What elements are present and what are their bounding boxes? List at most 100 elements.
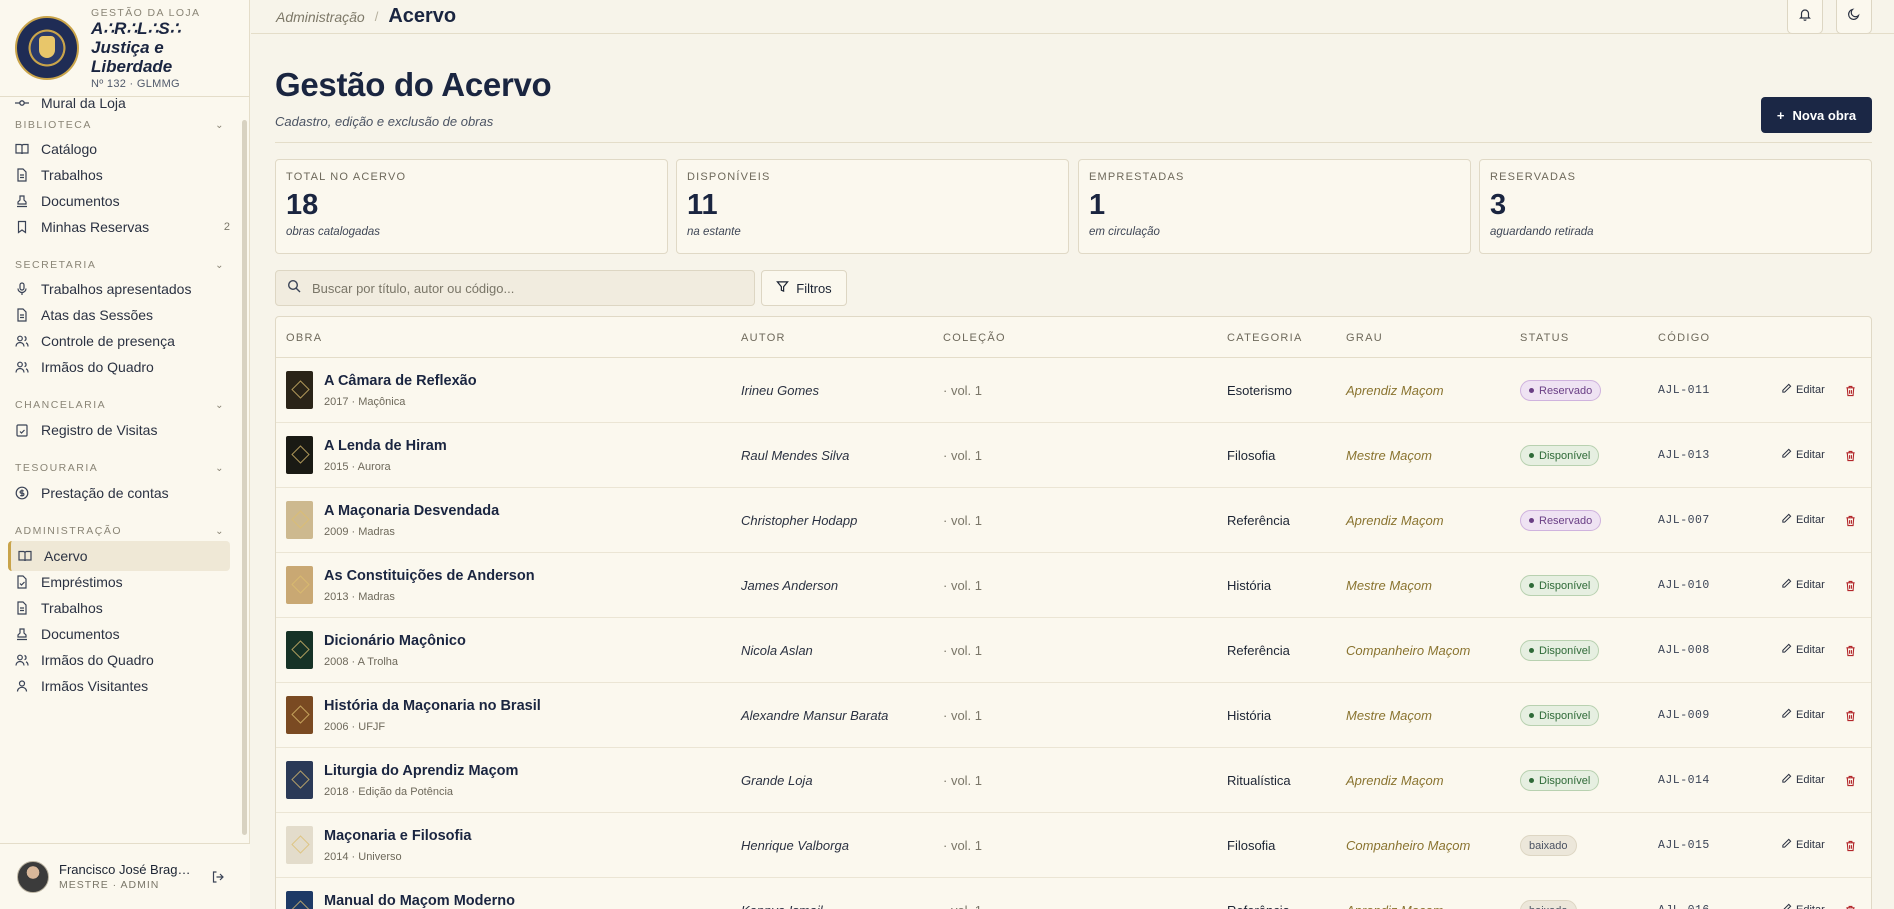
book-code: AJL-011	[1658, 384, 1710, 397]
pencil-icon	[1781, 708, 1792, 722]
sidebar-item-emprestimos[interactable]: Empréstimos	[15, 570, 230, 594]
section-administracao[interactable]: ADMINISTRAÇÃO ⌄	[15, 525, 225, 537]
edit-button[interactable]: Editar	[1781, 903, 1825, 909]
sidebar-item-minhas-reservas[interactable]: Minhas Reservas 2	[15, 215, 230, 239]
book-author: Alexandre Mansur Barata	[741, 708, 889, 723]
sidebar-item-documentos[interactable]: Documentos	[15, 189, 230, 213]
stat-value: 1	[1089, 189, 1106, 221]
delete-trash-icon[interactable]	[1845, 774, 1856, 787]
pencil-icon	[1781, 773, 1792, 787]
column-header-grau[interactable]: GRAU	[1346, 332, 1383, 344]
book-title[interactable]: As Constituições de Anderson	[324, 568, 535, 584]
edit-button[interactable]: Editar	[1781, 513, 1825, 527]
sidebar-item-admin-documentos[interactable]: Documentos	[15, 622, 230, 646]
book-code: AJL-010	[1658, 579, 1710, 592]
section-chancelaria[interactable]: CHANCELARIA ⌄	[15, 399, 225, 411]
sidebar-item-trabalhos-apresentados[interactable]: Trabalhos apresentados	[15, 277, 230, 301]
column-header-autor[interactable]: AUTOR	[741, 332, 786, 344]
sidebar-item-prestacao-contas[interactable]: Prestação de contas	[15, 481, 230, 505]
book-title[interactable]: Manual do Maçom Moderno	[324, 893, 515, 909]
stat-value: 3	[1490, 189, 1507, 221]
section-tesouraria[interactable]: TESOURARIA ⌄	[15, 462, 225, 474]
section-secretaria[interactable]: SECRETARIA ⌄	[15, 259, 225, 271]
delete-trash-icon[interactable]	[1845, 514, 1856, 527]
logout-icon[interactable]	[211, 870, 225, 884]
book-meta: 2015 · Aurora	[324, 461, 391, 473]
edit-button[interactable]: Editar	[1781, 773, 1825, 787]
delete-trash-icon[interactable]	[1845, 579, 1856, 592]
book-cover-image	[286, 566, 313, 604]
new-work-button[interactable]: + Nova obra	[1761, 97, 1872, 133]
book-title[interactable]: A Lenda de Hiram	[324, 438, 447, 454]
status-badge: Disponível	[1520, 770, 1600, 791]
column-header-colecao[interactable]: COLEÇÃO	[943, 332, 1006, 344]
search-input[interactable]	[312, 280, 732, 296]
theme-toggle-button[interactable]	[1836, 0, 1872, 34]
book-grau: Mestre Maçom	[1346, 578, 1432, 593]
book-title[interactable]: Dicionário Maçônico	[324, 633, 466, 649]
status-dot-icon	[1529, 583, 1534, 588]
sidebar-item-atas[interactable]: Atas das Sessões	[15, 303, 230, 327]
breadcrumb-parent[interactable]: Administração	[276, 9, 365, 25]
delete-trash-icon[interactable]	[1845, 384, 1856, 397]
sidebar-item-acervo[interactable]: Acervo	[8, 541, 230, 571]
sidebar-item-mural[interactable]: Mural da Loja	[15, 97, 230, 115]
filters-button[interactable]: Filtros	[761, 270, 847, 306]
sidebar-item-admin-irmaos-quadro[interactable]: Irmãos do Quadro	[15, 648, 230, 672]
table-row[interactable]: As Constituições de Anderson 2013 · Madra…	[276, 553, 1871, 618]
sidebar-item-registro-visitas[interactable]: Registro de Visitas	[15, 418, 230, 442]
table-row[interactable]: A Lenda de Hiram 2015 · Aurora Raul Mendes…	[276, 423, 1871, 488]
table-row[interactable]: Dicionário Maçônico 2008 · A Trolha Nicola…	[276, 618, 1871, 683]
table-row[interactable]: Liturgia do Aprendiz Maçom 2018 · Edição …	[276, 748, 1871, 813]
book-author: Raul Mendes Silva	[741, 448, 850, 463]
user-name: Francisco José Brag…	[59, 862, 191, 877]
page-subtitle: Cadastro, edição e exclusão de obras	[275, 114, 494, 129]
book-title[interactable]: Liturgia do Aprendiz Maçom	[324, 763, 518, 779]
book-title[interactable]: História da Maçonaria no Brasil	[324, 698, 541, 714]
column-header-categoria[interactable]: CATEGORIA	[1227, 332, 1303, 344]
book-cover-image	[286, 826, 313, 864]
table-row[interactable]: Manual do Maçom Moderno Kennyo Ismail · vo…	[276, 878, 1871, 909]
edit-button[interactable]: Editar	[1781, 643, 1825, 657]
edit-button[interactable]: Editar	[1781, 448, 1825, 462]
delete-trash-icon[interactable]	[1845, 644, 1856, 657]
sidebar-item-admin-trabalhos[interactable]: Trabalhos	[15, 596, 230, 620]
delete-trash-icon[interactable]	[1845, 904, 1856, 909]
reservations-count-badge: 2	[223, 221, 230, 233]
edit-button[interactable]: Editar	[1781, 578, 1825, 592]
brand-number: Nº 132 · GLMMG	[91, 77, 180, 90]
book-code: AJL-016	[1658, 904, 1710, 909]
sidebar-item-trabalhos[interactable]: Trabalhos	[15, 163, 230, 187]
avatar[interactable]	[17, 860, 49, 893]
sidebar-item-irmaos-quadro[interactable]: Irmãos do Quadro	[15, 355, 230, 379]
book-title[interactable]: A Câmara de Reflexão	[324, 373, 477, 389]
delete-trash-icon[interactable]	[1845, 839, 1856, 852]
edit-button[interactable]: Editar	[1781, 383, 1825, 397]
book-author: Henrique Valborga	[741, 838, 849, 853]
edit-button[interactable]: Editar	[1781, 838, 1825, 852]
book-title[interactable]: A Maçonaria Desvendada	[324, 503, 499, 519]
sidebar-item-irmaos-visitantes[interactable]: Irmãos Visitantes	[15, 674, 230, 698]
delete-trash-icon[interactable]	[1845, 709, 1856, 722]
table-row[interactable]: A Câmara de Reflexão 2017 · Maçônica Irine…	[276, 358, 1871, 423]
book-grau: Companheiro Maçom	[1346, 838, 1471, 853]
table-row[interactable]: A Maçonaria Desvendada 2009 · Madras Chris…	[276, 488, 1871, 553]
book-title[interactable]: Maçonaria e Filosofia	[324, 828, 471, 844]
column-header-status[interactable]: STATUS	[1520, 332, 1570, 344]
edit-button[interactable]: Editar	[1781, 708, 1825, 722]
delete-trash-icon[interactable]	[1845, 449, 1856, 462]
sidebar-scrollbar[interactable]	[242, 120, 247, 835]
column-header-obra[interactable]: OBRA	[286, 332, 322, 344]
table-row[interactable]: História da Maçonaria no Brasil 2006 · UF…	[276, 683, 1871, 748]
sidebar-item-catalogo[interactable]: Catálogo	[15, 137, 230, 161]
notifications-button[interactable]	[1787, 0, 1823, 34]
table-row[interactable]: Maçonaria e Filosofia 2014 · Universo Henr…	[276, 813, 1871, 878]
sidebar-item-controle-presenca[interactable]: Controle de presença	[15, 329, 230, 353]
book-category: Referência	[1227, 513, 1290, 528]
chevron-down-icon: ⌄	[215, 259, 225, 271]
chevron-down-icon: ⌄	[215, 462, 225, 474]
pencil-icon	[1781, 578, 1792, 592]
brand-name-line1: A∴R∴L∴S∴	[91, 18, 181, 38]
column-header-codigo[interactable]: CÓDIGO	[1658, 332, 1710, 344]
section-biblioteca[interactable]: BIBLIOTECA ⌄	[15, 119, 225, 131]
